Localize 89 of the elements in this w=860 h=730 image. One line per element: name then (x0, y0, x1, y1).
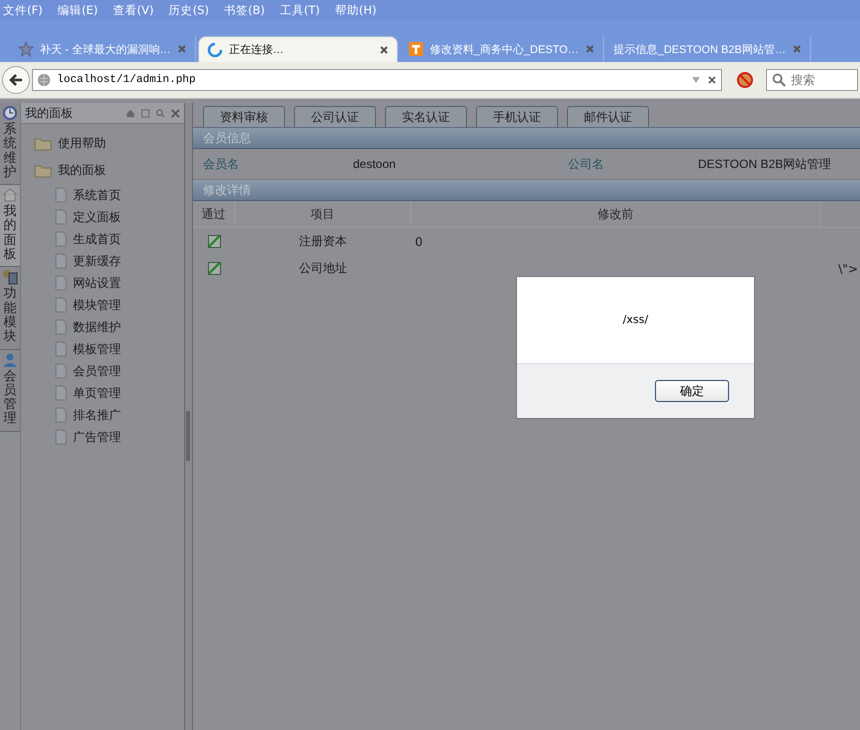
home-icon (2, 187, 18, 204)
side-tab[interactable]: 我的面板 (0, 185, 20, 268)
tree-item[interactable]: 排名推广 (73, 406, 121, 424)
close-icon[interactable] (707, 75, 717, 85)
close-icon[interactable] (378, 44, 389, 54)
ok-button[interactable]: 确定 (655, 380, 729, 402)
table-cell: 0 (415, 234, 423, 248)
page-icon (55, 385, 67, 401)
side-tab[interactable]: 功能模块 (0, 267, 20, 350)
menu-item[interactable]: 历史(S) (168, 2, 209, 18)
page-icon (55, 429, 67, 445)
tree-item[interactable]: 使用帮助 (58, 135, 106, 152)
tree-item[interactable]: 网站设置 (73, 274, 121, 292)
tree-item[interactable]: 我的面板 (58, 162, 106, 179)
clock-icon (2, 105, 18, 121)
splitter[interactable] (185, 103, 193, 730)
content-tab[interactable]: 公司认证 (294, 106, 376, 127)
panel-title: 我的面板 (25, 104, 73, 122)
page-icon (55, 319, 67, 335)
checkbox[interactable] (208, 235, 220, 248)
dropdown-icon[interactable] (691, 75, 701, 85)
section-header: 修改详情 (193, 180, 860, 201)
folder-icon (34, 164, 52, 178)
menu-item[interactable]: 文件(F) (3, 2, 43, 18)
tab-title: 修改资料_商务中心_DESTO… (430, 42, 579, 56)
tab-title: 提示信息_DESTOON B2B网站管… (614, 42, 786, 56)
blocked-icon[interactable] (736, 71, 754, 89)
tree-item[interactable]: 单页管理 (73, 384, 121, 402)
tree-item[interactable]: 会员管理 (73, 362, 121, 380)
table-cell: \"> (838, 262, 858, 276)
search-icon (772, 73, 786, 87)
star-icon (18, 41, 34, 57)
tree-item[interactable]: 广告管理 (73, 428, 121, 446)
globe-icon (37, 73, 51, 87)
tab-title: 补天 - 全球最大的漏洞响… (40, 42, 171, 56)
field-label: 公司名 (567, 156, 605, 172)
user-icon (2, 352, 18, 368)
side-tab[interactable]: 系统维护 (0, 103, 20, 186)
alert-message: /xss/ (622, 313, 648, 328)
section-header: 会员信息 (193, 128, 860, 149)
page-icon (55, 187, 67, 203)
content-tab[interactable]: 手机认证 (476, 106, 558, 127)
page-icon (55, 253, 67, 269)
page-icon (55, 341, 67, 357)
page-icon (55, 407, 67, 423)
tab-title: 正在连接… (228, 42, 285, 57)
folder-icon (34, 136, 52, 150)
menu-item[interactable]: 帮助(H) (334, 2, 376, 18)
field-label: 会员名 (202, 156, 240, 172)
table-cell: 注册资本 (299, 233, 347, 250)
field-value: destoon (353, 157, 397, 171)
search-icon[interactable] (156, 108, 165, 118)
checkbox[interactable] (208, 262, 220, 275)
tree-item[interactable]: 更新缓存 (73, 252, 121, 270)
table-cell: 公司地址 (299, 260, 347, 277)
back-button[interactable] (2, 66, 30, 94)
field-value: DESTOON B2B网站管理 (698, 156, 832, 172)
site-icon (408, 41, 424, 57)
back-arrow-icon (8, 72, 24, 88)
side-tab[interactable]: 会员管理 (0, 350, 20, 432)
browser-tab[interactable]: 正在连接… (198, 36, 398, 62)
menu-item[interactable]: 查看(V) (112, 2, 154, 18)
column-header: 修改前 (411, 201, 821, 228)
column-header: 通过 (193, 201, 235, 228)
menu-item[interactable]: 工具(T) (280, 2, 320, 18)
close-icon[interactable] (171, 108, 180, 118)
tree-item[interactable]: 模板管理 (73, 340, 121, 358)
menu-item[interactable]: 书签(B) (224, 2, 265, 18)
content-tab[interactable]: 邮件认证 (567, 106, 649, 127)
page-icon (55, 209, 67, 225)
tree-item[interactable]: 系统首页 (73, 186, 121, 204)
page-icon (55, 363, 67, 379)
page-icon (55, 275, 67, 291)
tree-item[interactable]: 数据维护 (73, 318, 121, 336)
content-tab[interactable]: 实名认证 (385, 106, 467, 127)
page-icon (55, 231, 67, 247)
window-icon[interactable] (141, 108, 150, 118)
page-icon (55, 297, 67, 313)
home-icon[interactable] (126, 108, 135, 118)
tree-item[interactable]: 生成首页 (73, 230, 121, 248)
tree-item[interactable]: 模块管理 (73, 296, 121, 314)
content-tab[interactable]: 资料审核 (203, 106, 285, 127)
search-field[interactable]: 搜索 (766, 69, 858, 91)
menu-item[interactable]: 编辑(E) (58, 2, 98, 18)
url-text: localhost/1/admin.php (57, 74, 197, 86)
loading-icon (206, 42, 223, 58)
tree-item[interactable]: 定义面板 (73, 208, 121, 226)
column-header: 项目 (235, 201, 411, 228)
address-bar[interactable]: localhost/1/admin.php (32, 69, 722, 91)
